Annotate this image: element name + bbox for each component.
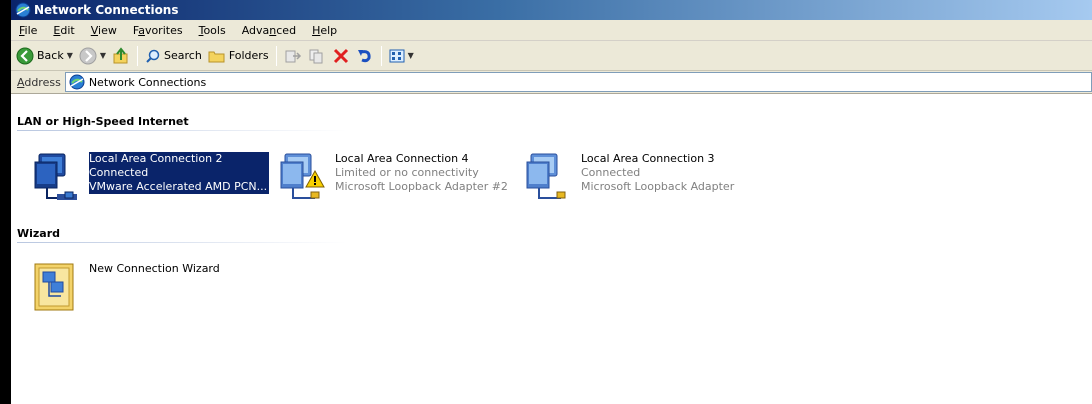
copy-to-icon [309,49,323,63]
search-icon [146,49,160,63]
computer-icon [526,153,566,199]
folders-label: Folders [228,49,269,62]
move-to-button[interactable] [281,44,305,68]
folders-icon [208,51,225,62]
undo-button[interactable] [353,44,377,68]
menu-file[interactable]: File [11,24,45,37]
lan-group-divider [17,130,347,131]
wizard-book-icon [34,263,74,311]
title-bar[interactable]: Network Connections [11,0,1092,20]
wizard-name: New Connection Wizard [89,262,220,275]
address-label: Address [11,76,65,89]
up-folder-icon [113,46,128,63]
back-dropdown-icon[interactable]: ▼ [67,51,73,60]
forward-dropdown-icon[interactable]: ▼ [100,51,106,60]
wizard-group-divider [17,242,347,243]
connection-status: Connected [581,166,641,179]
menu-tools-label: ools [203,23,226,37]
wizard-group-header: Wizard [17,227,61,240]
back-arrow-icon [16,47,34,64]
content-pane: LAN or High-Speed Internet Local Area Co… [11,112,1092,404]
wizard-icon [29,258,85,314]
delete-button[interactable] [329,44,353,68]
move-to-icon [285,50,301,62]
address-field[interactable]: Network Connections [64,72,1092,92]
explorer-window: Network Connections File Edit View Favor… [11,0,1092,404]
menu-edit-label: dit [60,23,75,37]
copy-to-button[interactable] [305,44,329,68]
menu-advanced[interactable]: Advanced [234,24,304,37]
menu-bar: File Edit View Favorites Tools Advanced … [11,20,1092,41]
new-connection-wizard-item[interactable]: New Connection Wizard [29,258,220,314]
toolbar-separator [380,45,382,66]
back-label: Back [37,49,64,62]
connection-status: Limited or no connectivity [335,166,479,179]
connection-text: Local Area Connection 3 Connected Micros… [581,152,734,194]
menu-favorites[interactable]: Favorites [125,24,191,37]
menu-view-label: iew [98,23,117,37]
wizard-text: New Connection Wizard [89,262,220,276]
forward-arrow-icon [79,47,97,64]
network-adapter-icon [521,148,577,204]
address-value: Network Connections [88,75,207,89]
connection-name: Local Area Connection 4 [335,152,469,165]
views-dropdown-icon[interactable]: ▼ [408,51,414,60]
menu-edit[interactable]: Edit [45,24,82,37]
search-button[interactable]: Search [142,44,205,68]
computer-icon [34,153,77,200]
menu-advanced-label: ced [276,23,297,37]
views-button[interactable]: ▼ [386,44,417,68]
connection-text: Local Area Connection 4 Limited or no co… [335,152,508,194]
left-edge [0,0,11,404]
network-connections-icon [15,2,31,18]
back-button[interactable]: Back ▼ [13,44,76,68]
connection-device: Microsoft Loopback Adapter #2 [335,180,508,193]
menu-view-accel: V [90,23,99,37]
views-icon [389,49,405,62]
delete-icon [333,48,348,63]
lan-group-header: LAN or High-Speed Internet [17,115,189,128]
network-adapter-icon [29,148,85,204]
up-folder-button[interactable] [109,44,133,68]
folders-button[interactable]: Folders [205,44,272,68]
standard-toolbar: Back ▼ ▼ Search Folders ▼ [11,41,1092,71]
connection-device: Microsoft Loopback Adapter [581,180,735,193]
menu-help-label: elp [320,23,338,37]
menu-view[interactable]: View [83,24,125,37]
menu-tools[interactable]: Tools [191,24,234,37]
menu-file-label: ile [24,23,38,37]
network-connections-icon [69,74,85,90]
forward-button[interactable]: ▼ [76,44,109,68]
connection-name: Local Area Connection 2 [89,152,223,165]
address-label-text: ddress [24,75,61,89]
undo-icon [357,49,371,62]
connection-text: Local Area Connection 2 Connected VMware… [89,152,270,194]
warning-icon [305,170,325,188]
address-bar: Address Network Connections [11,71,1092,94]
search-label: Search [164,49,202,62]
toolbar-separator [275,45,277,66]
connection-item[interactable]: Local Area Connection 3 Connected Micros… [521,148,734,204]
network-adapter-icon [275,148,331,204]
connection-status: Connected [89,166,149,179]
menu-advanced-prefix: Adva [241,23,270,37]
toolbar-separator [137,45,139,66]
menu-favorites-label: vorites [144,23,183,37]
menu-help[interactable]: Help [304,24,345,37]
window-title: Network Connections [34,3,179,17]
connection-item[interactable]: Local Area Connection 2 Connected VMware… [29,148,270,204]
menu-favorites-accel: a [138,23,145,37]
connection-name: Local Area Connection 3 [581,152,715,165]
connection-device: VMware Accelerated AMD PCN... [89,180,268,193]
connection-item[interactable]: Local Area Connection 4 Limited or no co… [275,148,508,204]
